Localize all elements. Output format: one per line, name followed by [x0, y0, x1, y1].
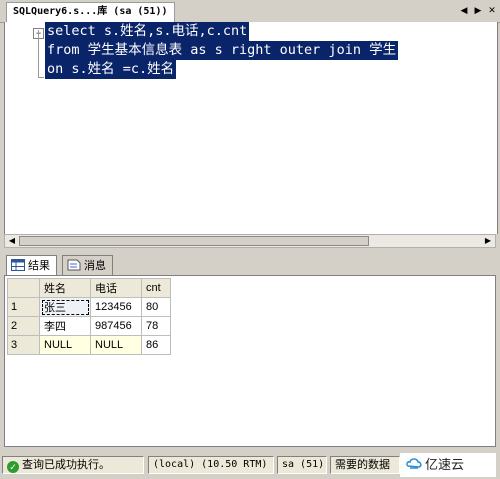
table-cell[interactable]: 78: [141, 316, 171, 336]
table-cell[interactable]: 80: [141, 297, 171, 317]
table-cell-null[interactable]: NULL: [90, 335, 142, 355]
status-message: 查询已成功执行。: [22, 459, 110, 471]
cloud-logo-icon: [406, 458, 422, 469]
sql-editor[interactable]: − select s.姓名,s.电话,c.cnt from 学生基本信息表 as…: [4, 22, 498, 234]
document-tab-bar: SQLQuery6.s...库 (sa (51)) ◀ ▶ ✕: [0, 0, 500, 23]
table-cell-null[interactable]: NULL: [39, 335, 91, 355]
scroll-right-icon[interactable]: ▶: [481, 235, 495, 247]
watermark-text: 亿速云: [425, 457, 465, 472]
column-header-name[interactable]: 姓名: [39, 278, 91, 298]
tab-scroll-left-icon[interactable]: ◀: [458, 4, 470, 16]
results-grid: 姓名 电话 cnt 1 张三 123456 80 2 李四 987456 78 …: [7, 278, 171, 355]
outline-end: [38, 77, 44, 78]
status-user: sa (51): [277, 456, 327, 474]
tab-results[interactable]: 结果: [6, 255, 57, 276]
tab-scroll-right-icon[interactable]: ▶: [472, 4, 484, 16]
scrollbar-thumb[interactable]: [19, 236, 369, 246]
result-tabs: 结果 消息: [4, 253, 496, 276]
code-line-1[interactable]: select s.姓名,s.电话,c.cnt: [45, 22, 250, 41]
scroll-left-icon[interactable]: ◀: [5, 235, 19, 247]
status-database: 需要的数据: [330, 456, 400, 474]
watermark: 亿速云: [400, 453, 496, 477]
grid-header-row: 姓名 电话 cnt: [7, 278, 171, 298]
grid-corner[interactable]: [7, 278, 40, 298]
grid-icon: [11, 259, 25, 271]
tab-messages[interactable]: 消息: [62, 255, 113, 275]
outline-bar: [38, 30, 39, 78]
status-server: (local) (10.50 RTM): [148, 456, 274, 474]
table-cell[interactable]: 86: [141, 335, 171, 355]
tab-messages-label: 消息: [84, 260, 106, 272]
editor-horizontal-scrollbar[interactable]: ◀ ▶: [4, 234, 496, 248]
column-header-cnt[interactable]: cnt: [141, 278, 171, 298]
table-row: 2 李四 987456 78: [7, 316, 171, 336]
code-line-3[interactable]: on s.姓名 =c.姓名: [45, 60, 177, 79]
results-grid-area: 姓名 电话 cnt 1 张三 123456 80 2 李四 987456 78 …: [4, 275, 496, 447]
status-message-panel: ✓ 查询已成功执行。: [2, 456, 144, 474]
column-header-phone[interactable]: 电话: [90, 278, 142, 298]
table-row: 1 张三 123456 80: [7, 297, 171, 317]
table-cell[interactable]: 987456: [90, 316, 142, 336]
success-check-icon: ✓: [7, 461, 19, 473]
message-icon: [67, 259, 81, 271]
row-number[interactable]: 1: [7, 297, 40, 317]
table-cell[interactable]: 张三: [39, 297, 91, 317]
close-tab-icon[interactable]: ✕: [486, 4, 498, 16]
query-tab[interactable]: SQLQuery6.s...库 (sa (51)): [6, 2, 175, 22]
row-number[interactable]: 2: [7, 316, 40, 336]
tab-results-label: 结果: [28, 260, 50, 272]
table-cell[interactable]: 李四: [39, 316, 91, 336]
row-number[interactable]: 3: [7, 335, 40, 355]
code-line-2[interactable]: from 学生基本信息表 as s right outer join 学生: [45, 41, 399, 60]
query-tab-title: SQLQuery6.s...库 (sa (51)): [13, 6, 168, 17]
table-cell[interactable]: 123456: [90, 297, 142, 317]
table-row: 3 NULL NULL 86: [7, 335, 171, 355]
